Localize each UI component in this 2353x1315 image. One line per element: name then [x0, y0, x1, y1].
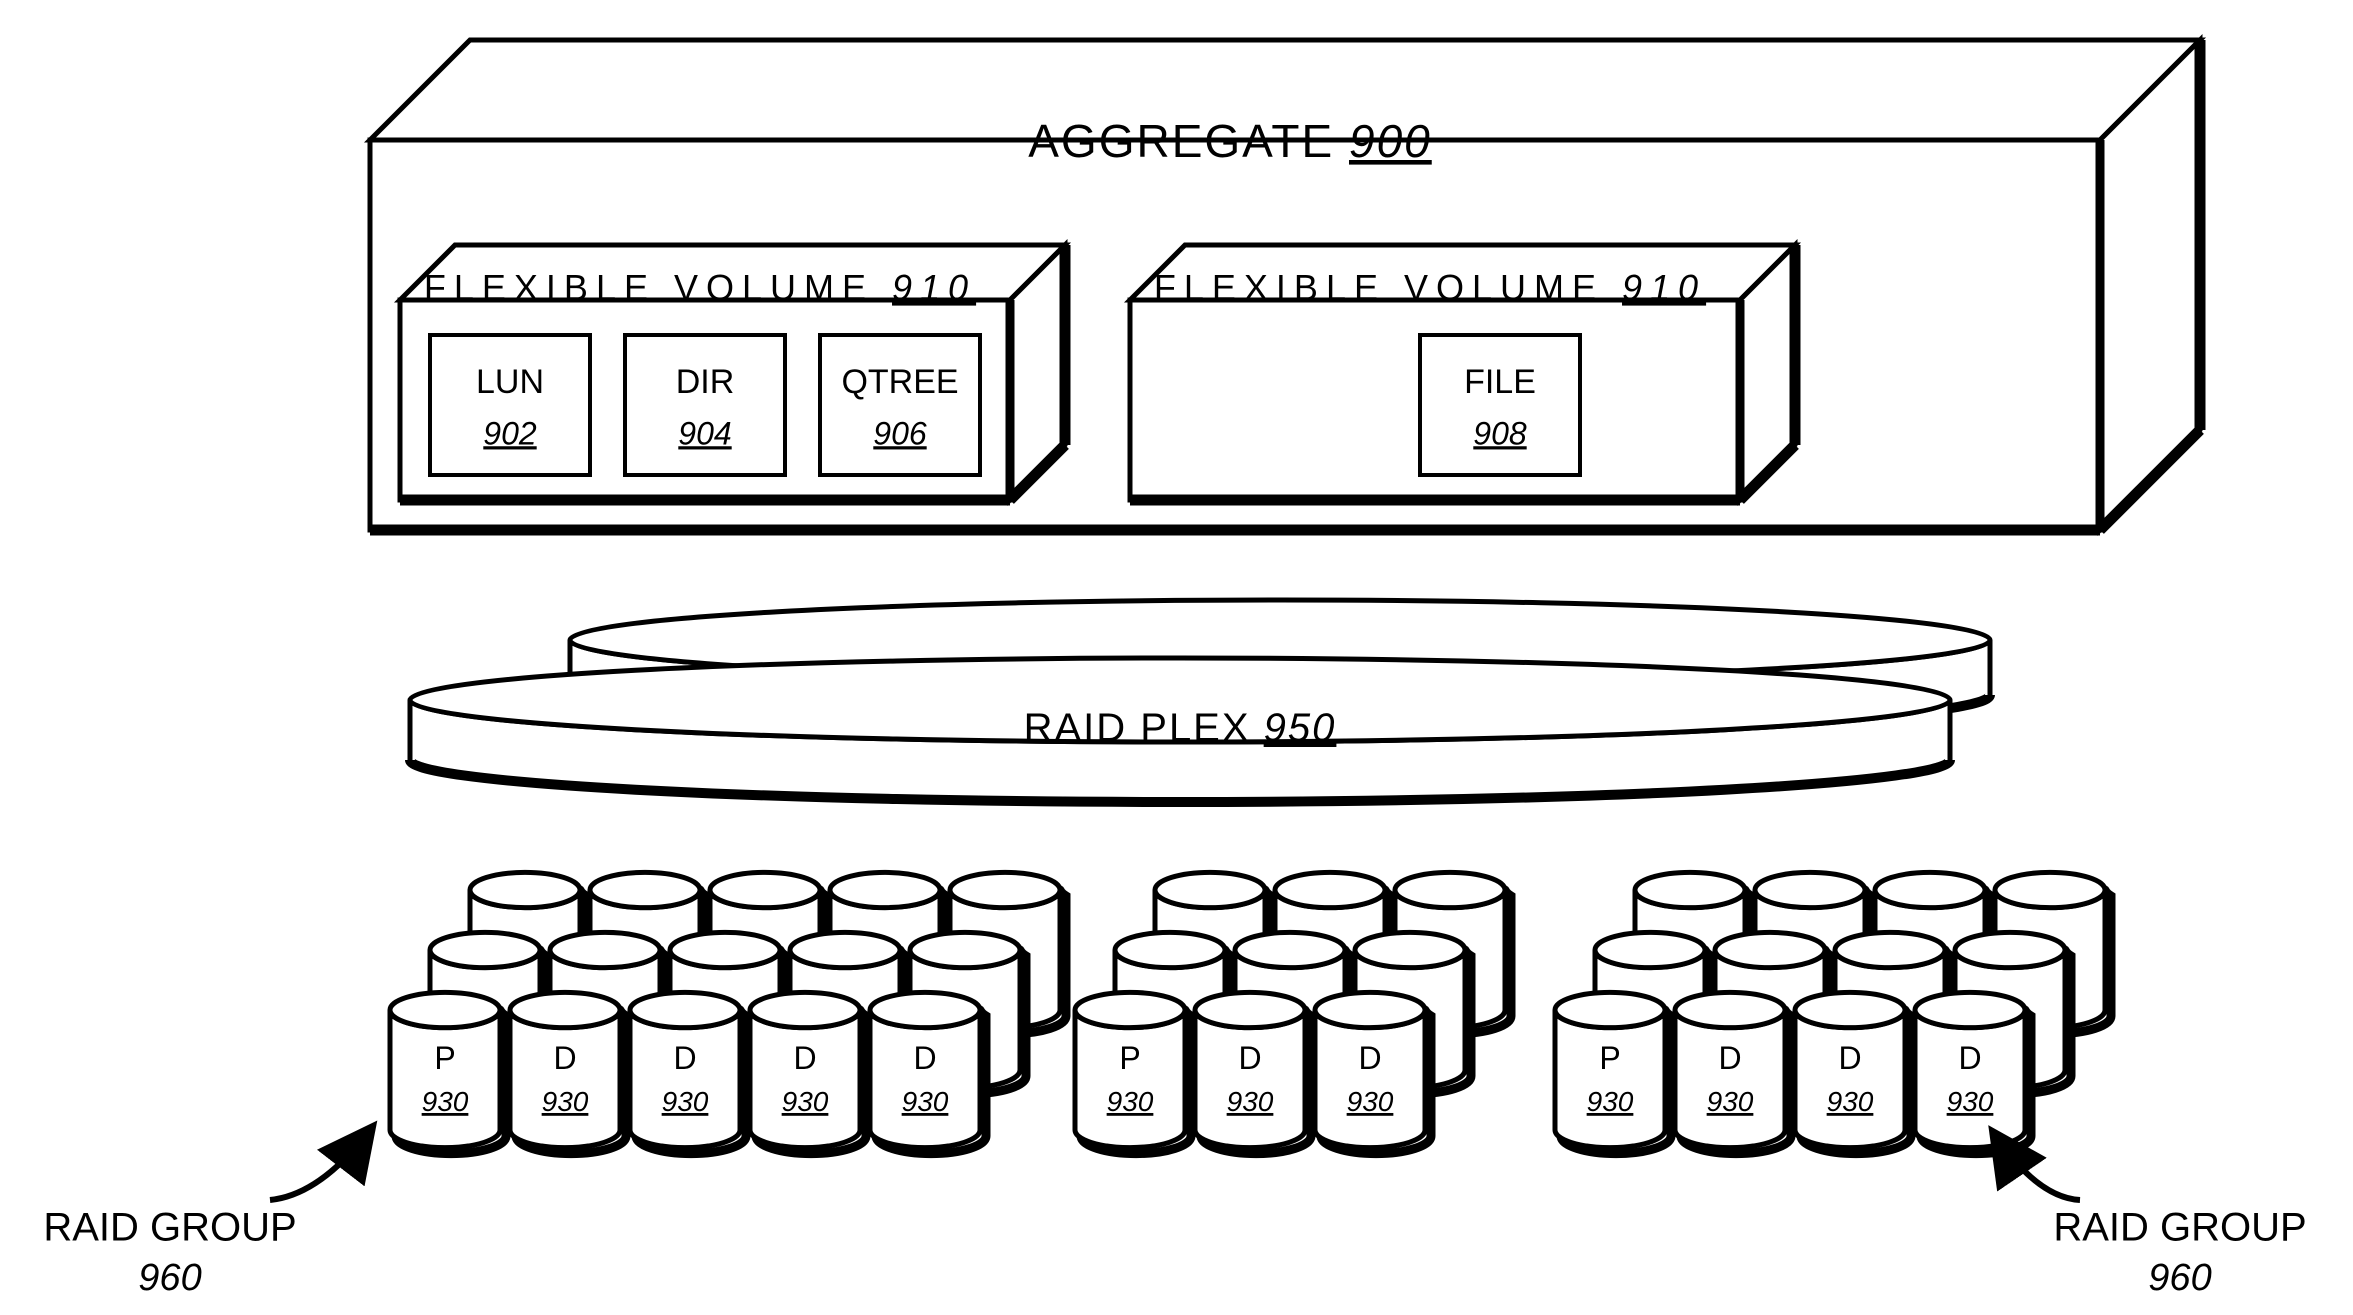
svg-text:930: 930	[662, 1086, 709, 1117]
svg-text:906: 906	[873, 415, 927, 451]
disk: D 930	[1675, 992, 1791, 1153]
svg-text:930: 930	[422, 1086, 469, 1117]
svg-text:D: D	[1838, 1040, 1861, 1076]
svg-text:D: D	[793, 1040, 816, 1076]
svg-text:P: P	[434, 1040, 455, 1076]
flexible-volume-1: FLEXIBLE VOLUME 910 LUN 902 DIR 904 QTREE 906	[400, 245, 1065, 500]
svg-text:930: 930	[1827, 1086, 1874, 1117]
svg-text:P: P	[1599, 1040, 1620, 1076]
svg-text:RAID PLEX 950: RAID PLEX 950	[1024, 706, 1337, 750]
raid-group-1: P 930 D 930 D 930 D 930 D 930	[390, 872, 1066, 1153]
svg-text:D: D	[1238, 1040, 1261, 1076]
raid-group-2: P 930 D 930 D 930	[1075, 872, 1511, 1153]
svg-text:930: 930	[1707, 1086, 1754, 1117]
raid-group-3: P 930 D 930 D 930 D 930	[1555, 872, 2111, 1153]
dir-box: DIR 904	[625, 335, 785, 475]
qtree-box: QTREE 906	[820, 335, 980, 475]
svg-text:960: 960	[2148, 1257, 2211, 1299]
raid-group-label-right: RAID GROUP 960	[1995, 1135, 2307, 1299]
svg-text:AGGREGATE 900: AGGREGATE 900	[1028, 115, 1432, 167]
disk: D 930	[1915, 992, 2031, 1153]
svg-text:D: D	[1358, 1040, 1381, 1076]
svg-text:908: 908	[1473, 415, 1527, 451]
svg-text:LUN: LUN	[476, 363, 544, 401]
svg-text:904: 904	[678, 415, 731, 451]
svg-text:930: 930	[902, 1086, 949, 1117]
raid-plex-label: RAID PLEX 950	[1024, 706, 1337, 750]
svg-text:930: 930	[1947, 1086, 1994, 1117]
raid-plex-front: RAID PLEX 950	[410, 658, 1950, 802]
svg-text:DIR: DIR	[676, 363, 735, 401]
svg-text:P: P	[1119, 1040, 1140, 1076]
flexvol-2-label: FLEXIBLE VOLUME 910	[1154, 267, 1706, 308]
svg-text:930: 930	[1347, 1086, 1394, 1117]
disk: P 930	[390, 992, 506, 1153]
svg-text:930: 930	[542, 1086, 589, 1117]
disk: P 930	[1075, 992, 1191, 1153]
flexible-volume-2: FLEXIBLE VOLUME 910 FILE 908	[1130, 245, 1795, 500]
raid-group-label-left: RAID GROUP 960	[43, 1130, 370, 1299]
disk: D 930	[1315, 992, 1431, 1153]
svg-text:D: D	[1718, 1040, 1741, 1076]
svg-text:930: 930	[1227, 1086, 1274, 1117]
svg-text:960: 960	[138, 1257, 201, 1299]
disk: D 930	[630, 992, 746, 1153]
svg-text:930: 930	[782, 1086, 829, 1117]
disk: D 930	[1195, 992, 1311, 1153]
aggregate-label: AGGREGATE 900	[1028, 115, 1432, 167]
lun-box: LUN 902	[430, 335, 590, 475]
svg-text:RAID GROUP: RAID GROUP	[2053, 1206, 2306, 1250]
disk: P 930	[1555, 992, 1671, 1153]
disk: D 930	[870, 992, 986, 1153]
svg-text:D: D	[913, 1040, 936, 1076]
svg-text:FLEXIBLE VOLUME 910: FLEXIBLE VOLUME 910	[424, 267, 976, 308]
svg-text:930: 930	[1587, 1086, 1634, 1117]
svg-text:D: D	[673, 1040, 696, 1076]
storage-hierarchy-diagram: AGGREGATE 900 FLEXIBLE VOLUME 910 LUN 902 DI…	[0, 0, 2353, 1315]
disk: D 930	[1795, 992, 1911, 1153]
svg-text:D: D	[553, 1040, 576, 1076]
svg-text:FLEXIBLE VOLUME 910: FLEXIBLE VOLUME 910	[1154, 267, 1706, 308]
flexvol-1-label: FLEXIBLE VOLUME 910	[424, 267, 976, 308]
disk: D 930	[750, 992, 866, 1153]
svg-text:930: 930	[1107, 1086, 1154, 1117]
file-box: FILE 908	[1420, 335, 1580, 475]
svg-text:FILE: FILE	[1464, 363, 1536, 401]
svg-text:D: D	[1958, 1040, 1981, 1076]
svg-text:902: 902	[483, 415, 537, 451]
svg-text:QTREE: QTREE	[841, 363, 958, 401]
svg-text:RAID GROUP: RAID GROUP	[43, 1206, 296, 1250]
disk: D 930	[510, 992, 626, 1153]
